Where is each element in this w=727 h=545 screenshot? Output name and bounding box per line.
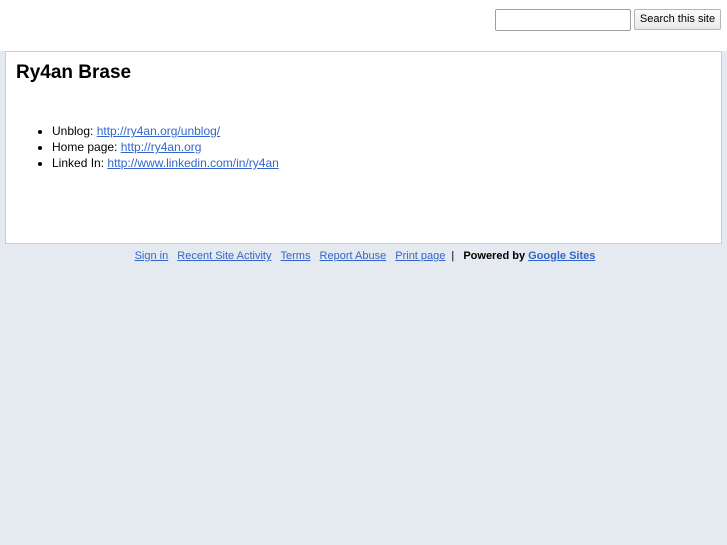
list-item: Linked In: http://www.linkedin.com/in/ry… (52, 155, 279, 171)
footer: Sign in Recent Site Activity Terms Repor… (0, 249, 727, 263)
google-sites-link[interactable]: Google Sites (528, 250, 595, 262)
top-bar: Search this site (0, 0, 727, 51)
home-page-link[interactable]: http://ry4an.org (121, 140, 202, 154)
link-label: Linked In: (52, 156, 105, 170)
linkedin-link[interactable]: http://www.linkedin.com/in/ry4an (107, 156, 278, 170)
link-list: Unblog: http://ry4an.org/unblog/ Home pa… (52, 123, 279, 171)
link-label: Home page: (52, 140, 118, 154)
list-item: Unblog: http://ry4an.org/unblog/ (52, 123, 279, 139)
search-input[interactable] (495, 9, 631, 31)
unblog-link[interactable]: http://ry4an.org/unblog/ (97, 124, 220, 138)
link-label: Unblog: (52, 124, 94, 138)
print-page-link[interactable]: Print page (395, 250, 445, 262)
powered-by-text: Powered by (463, 250, 526, 262)
sign-in-link[interactable]: Sign in (135, 250, 169, 262)
footer-separator: | (451, 250, 455, 262)
report-abuse-link[interactable]: Report Abuse (320, 250, 387, 262)
page-title: Ry4an Brase (16, 62, 132, 83)
content-panel: Ry4an Brase Unblog: http://ry4an.org/unb… (5, 51, 722, 244)
recent-site-activity-link[interactable]: Recent Site Activity (177, 250, 271, 262)
list-item: Home page: http://ry4an.org (52, 139, 279, 155)
search-button[interactable]: Search this site (634, 9, 721, 30)
terms-link[interactable]: Terms (281, 250, 311, 262)
